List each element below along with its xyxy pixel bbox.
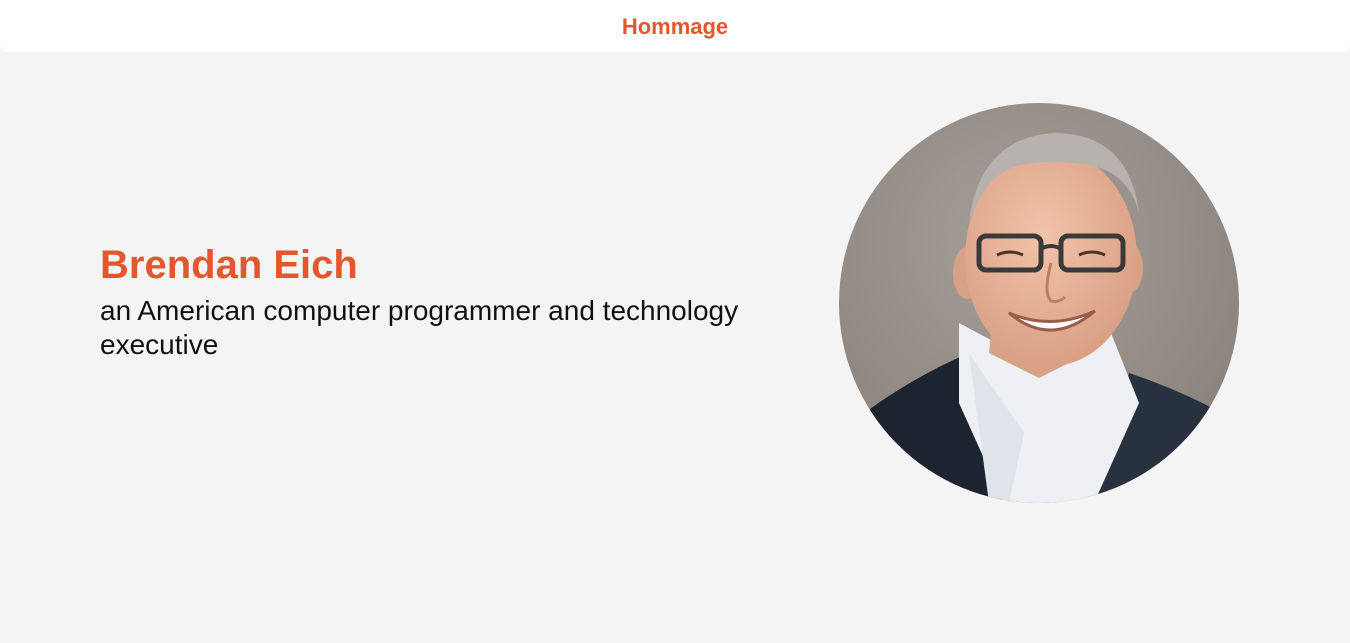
hero-text-block: Brendan Eich an American computer progra…	[100, 240, 820, 362]
person-tagline: an American computer programmer and tech…	[100, 295, 739, 360]
top-navigation-bar: Hommage	[0, 0, 1350, 52]
brand-link[interactable]: Hommage	[622, 14, 728, 40]
person-portrait-image	[839, 103, 1239, 503]
portrait-illustration	[839, 103, 1239, 503]
person-name-heading: Brendan Eich	[100, 243, 358, 287]
